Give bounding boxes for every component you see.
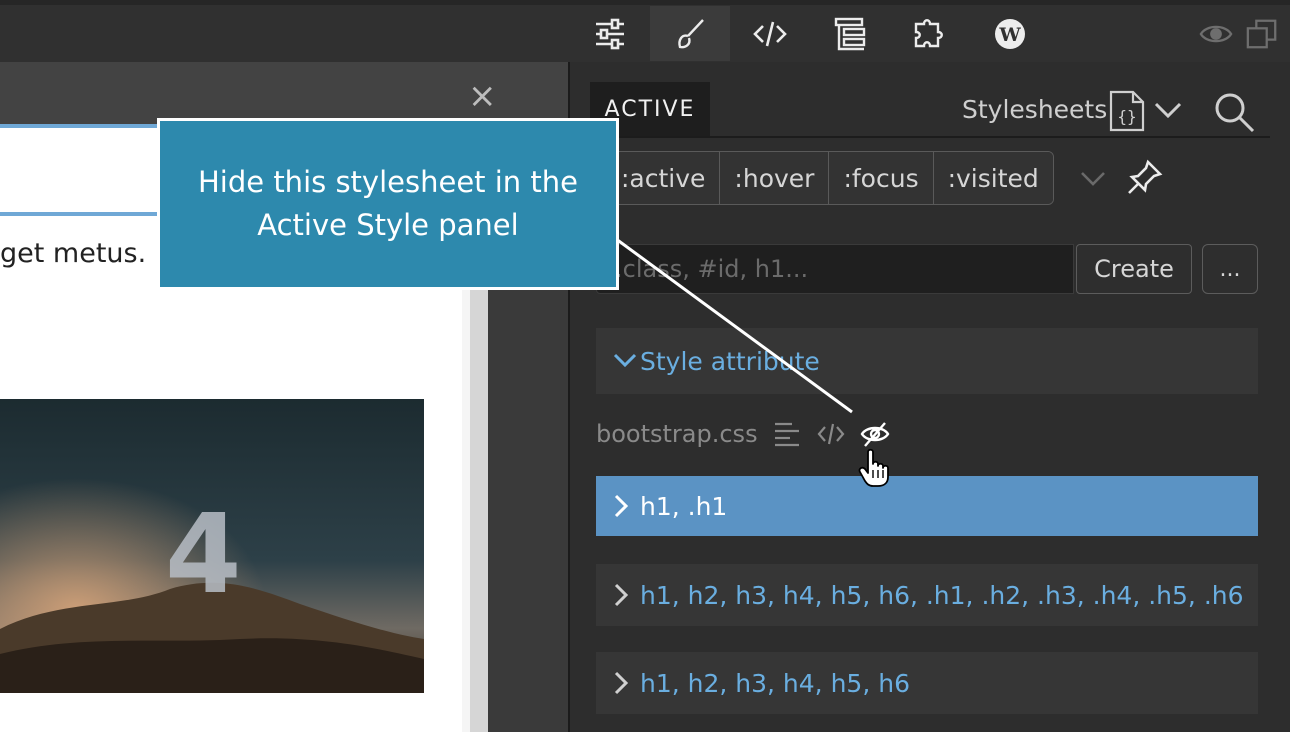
chevron-right-icon	[614, 583, 629, 607]
chevron-down-icon[interactable]	[1078, 166, 1108, 190]
pin-icon[interactable]	[1126, 158, 1164, 196]
svg-text:{}: {}	[1117, 107, 1136, 126]
css-rule-selector: h1, h2, h3, h4, h5, h6	[640, 668, 910, 698]
settings-sliders-icon[interactable]	[570, 6, 650, 61]
wordpress-icon[interactable]: W	[970, 6, 1050, 61]
chevron-right-icon	[614, 494, 629, 518]
content-band	[0, 128, 160, 214]
pseudo-visited-button[interactable]: :visited	[933, 152, 1053, 204]
windows-icon[interactable]	[1242, 6, 1282, 61]
align-lines-icon[interactable]	[772, 419, 802, 449]
stylesheet-row: bootstrap.css	[596, 412, 890, 456]
code-icon[interactable]	[816, 419, 846, 449]
eye-icon[interactable]	[1198, 6, 1234, 61]
blue-rule	[0, 212, 160, 216]
css-rule-selector: h1, h2, h3, h4, h5, h6, .h1, .h2, .h3, .…	[640, 580, 1244, 610]
search-icon[interactable]	[1212, 90, 1256, 134]
stylesheet-file-icon[interactable]: {}	[1108, 90, 1146, 132]
eye-slash-icon[interactable]	[860, 419, 890, 449]
chevron-down-icon	[613, 353, 637, 368]
pseudo-hover-button[interactable]: :hover	[720, 152, 830, 204]
stylesheets-label[interactable]: Stylesheets	[962, 95, 1107, 124]
toolbar-top-strip	[0, 0, 1290, 5]
css-rule-row[interactable]: h1, h2, h3, h4, h5, h6	[596, 652, 1258, 714]
svg-text:W: W	[998, 24, 1021, 46]
tooltip-text: Hide this stylesheet in the Active Style…	[197, 165, 579, 242]
puzzle-icon[interactable]	[890, 6, 970, 61]
pseudo-class-group: :active :hover :focus :visited	[606, 151, 1054, 205]
selector-input[interactable]	[596, 244, 1074, 294]
slide-number: 4	[165, 490, 242, 618]
create-button[interactable]: Create	[1076, 244, 1192, 294]
code-icon[interactable]	[730, 6, 810, 61]
style-attribute-label: Style attribute	[640, 346, 820, 376]
chevron-down-icon[interactable]	[1152, 96, 1184, 124]
chevron-right-icon	[614, 671, 629, 695]
body-paragraph: get metus.	[0, 238, 147, 269]
close-icon[interactable]: ×	[468, 79, 497, 113]
css-rule-row[interactable]: h1, .h1	[596, 476, 1258, 536]
style-attribute-section[interactable]: Style attribute	[596, 328, 1258, 394]
more-button[interactable]: ...	[1202, 244, 1258, 294]
stylesheet-name[interactable]: bootstrap.css	[596, 420, 758, 448]
tab-divider	[590, 136, 1270, 138]
pseudo-focus-button[interactable]: :focus	[829, 152, 934, 204]
tooltip: Hide this stylesheet in the Active Style…	[157, 118, 619, 290]
tree-icon[interactable]	[810, 6, 890, 61]
css-rule-row[interactable]: h1, h2, h3, h4, h5, h6, .h1, .h2, .h3, .…	[596, 564, 1258, 626]
pseudo-active-button[interactable]: :active	[607, 152, 721, 204]
brush-icon[interactable]	[650, 6, 730, 61]
hand-cursor-icon	[858, 448, 889, 487]
css-rule-selector: h1, .h1	[640, 491, 728, 521]
